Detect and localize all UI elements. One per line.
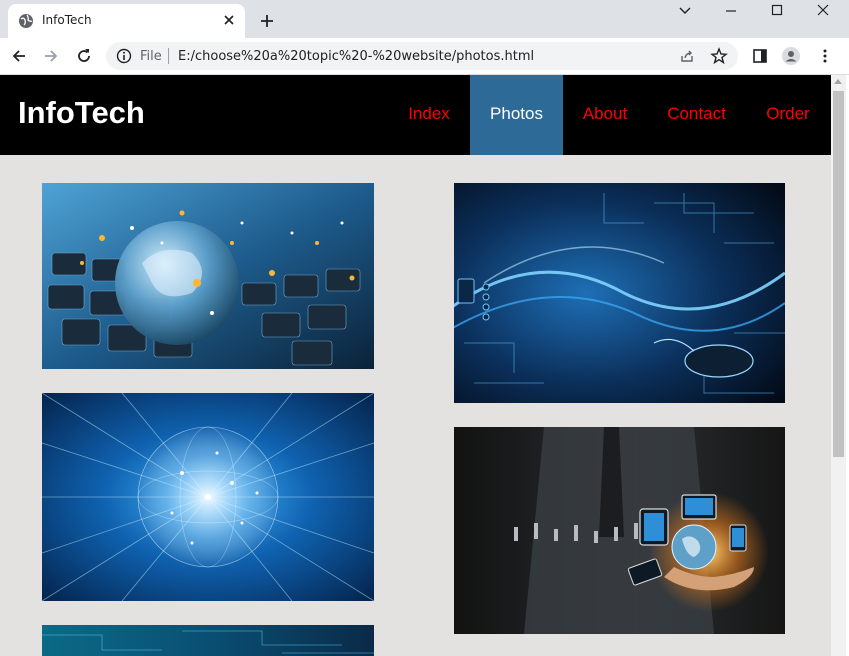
browser-toolbar: File E:/choose%20a%20topic%20-%20website…	[0, 38, 849, 75]
new-tab-icon[interactable]	[258, 12, 276, 30]
site-header: InfoTech Index Photos About Contact Orde…	[0, 75, 831, 155]
nav-item-about[interactable]: About	[573, 75, 637, 155]
scrollbar-thumb[interactable]	[833, 91, 844, 457]
info-icon[interactable]	[116, 48, 132, 64]
digital-technology-photo	[454, 183, 785, 403]
nav-item-photos[interactable]: Photos	[470, 75, 563, 155]
browser-chrome: InfoTech File E:/choose%20a%20topic%20-%…	[0, 0, 849, 75]
profile-avatar-icon[interactable]	[782, 47, 800, 65]
bookmark-star-icon[interactable]	[710, 47, 728, 65]
minimize-icon[interactable]	[723, 2, 739, 18]
more-menu-icon[interactable]	[816, 47, 834, 65]
omnibox-divider	[168, 48, 169, 64]
address-bar[interactable]: File E:/choose%20a%20topic%20-%20website…	[106, 42, 738, 70]
circuit-partial-photo	[42, 625, 374, 656]
page-viewport: InfoTech Index Photos About Contact Orde…	[0, 75, 831, 656]
back-arrow-icon[interactable]	[10, 47, 28, 65]
nav-item-order[interactable]: Order	[756, 75, 820, 155]
network-sphere-photo	[42, 393, 374, 601]
url-text[interactable]: E:/choose%20a%20topic%20-%20website/phot…	[178, 49, 534, 64]
hand-globe-devices-photo	[454, 427, 785, 634]
globe-icon	[19, 14, 33, 28]
forward-arrow-icon[interactable]	[42, 47, 60, 65]
url-scheme-label: File	[140, 49, 162, 64]
chevron-down-icon[interactable]	[677, 2, 693, 18]
maximize-icon[interactable]	[769, 2, 785, 18]
window-close-icon[interactable]	[815, 2, 831, 18]
browser-tab[interactable]: InfoTech	[8, 4, 245, 38]
scroll-up-arrow-icon[interactable]	[834, 79, 842, 84]
side-panel-icon[interactable]	[751, 47, 769, 65]
tab-title: InfoTech	[42, 13, 92, 27]
reload-icon[interactable]	[75, 47, 93, 65]
nav-item-contact[interactable]: Contact	[658, 75, 735, 155]
nav-item-index[interactable]: Index	[398, 75, 460, 155]
site-logo[interactable]: InfoTech	[18, 95, 145, 131]
close-icon[interactable]	[221, 12, 237, 28]
laptop-globe-photo	[42, 183, 374, 369]
share-icon[interactable]	[679, 48, 695, 64]
page-scrollbar[interactable]	[831, 75, 846, 656]
